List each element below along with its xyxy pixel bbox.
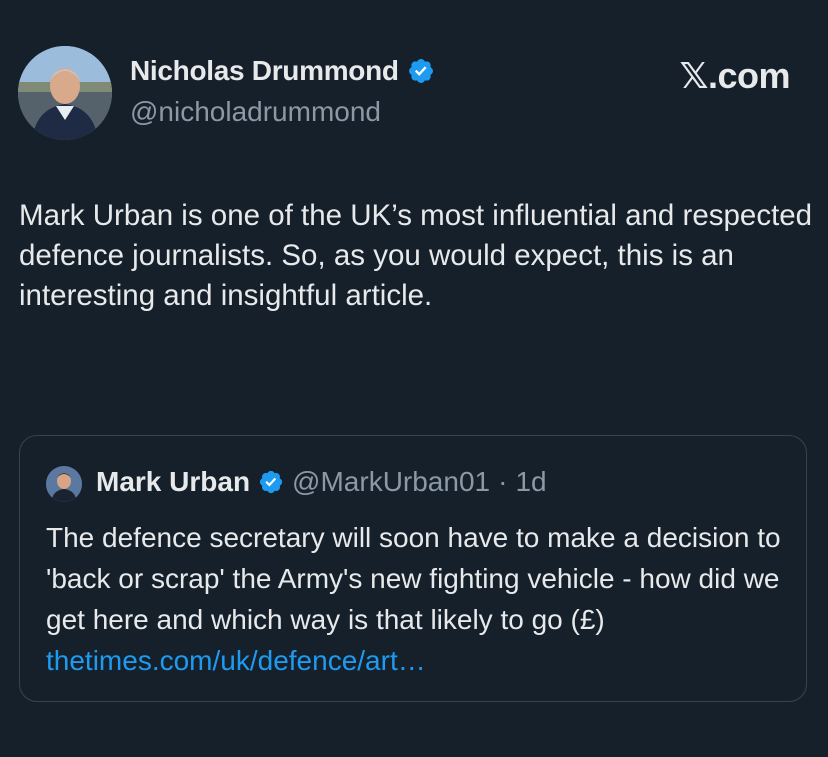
quoted-timestamp[interactable]: 1d: [515, 466, 546, 498]
author-avatar[interactable]: [18, 46, 112, 140]
verified-badge-icon: [408, 59, 433, 83]
tweet-text: Mark Urban is one of the UK’s most influ…: [19, 199, 813, 312]
meta-separator: ·: [498, 466, 508, 497]
article-link[interactable]: thetimes.com/uk/defence/art…: [46, 645, 426, 676]
quoted-header: Mark Urban @MarkUrban01 · 1d: [96, 466, 547, 498]
quoted-author-name[interactable]: Mark Urban: [96, 466, 250, 498]
verified-badge-icon: [259, 470, 283, 494]
x-logo: 𝕏.com: [679, 55, 790, 96]
author-handle[interactable]: @nicholadrummond: [130, 96, 381, 128]
author-name-row[interactable]: Nicholas Drummond: [130, 55, 435, 87]
quoted-tweet[interactable]: Mark Urban @MarkUrban01 · 1d The defence…: [19, 435, 807, 702]
quoted-author-handle[interactable]: @MarkUrban01: [292, 466, 490, 498]
author-name[interactable]: Nicholas Drummond: [130, 55, 399, 87]
quoted-text: The defence secretary will soon have to …: [46, 522, 781, 635]
quoted-text-block: The defence secretary will soon have to …: [46, 517, 796, 681]
quoted-author-avatar[interactable]: [46, 466, 82, 502]
